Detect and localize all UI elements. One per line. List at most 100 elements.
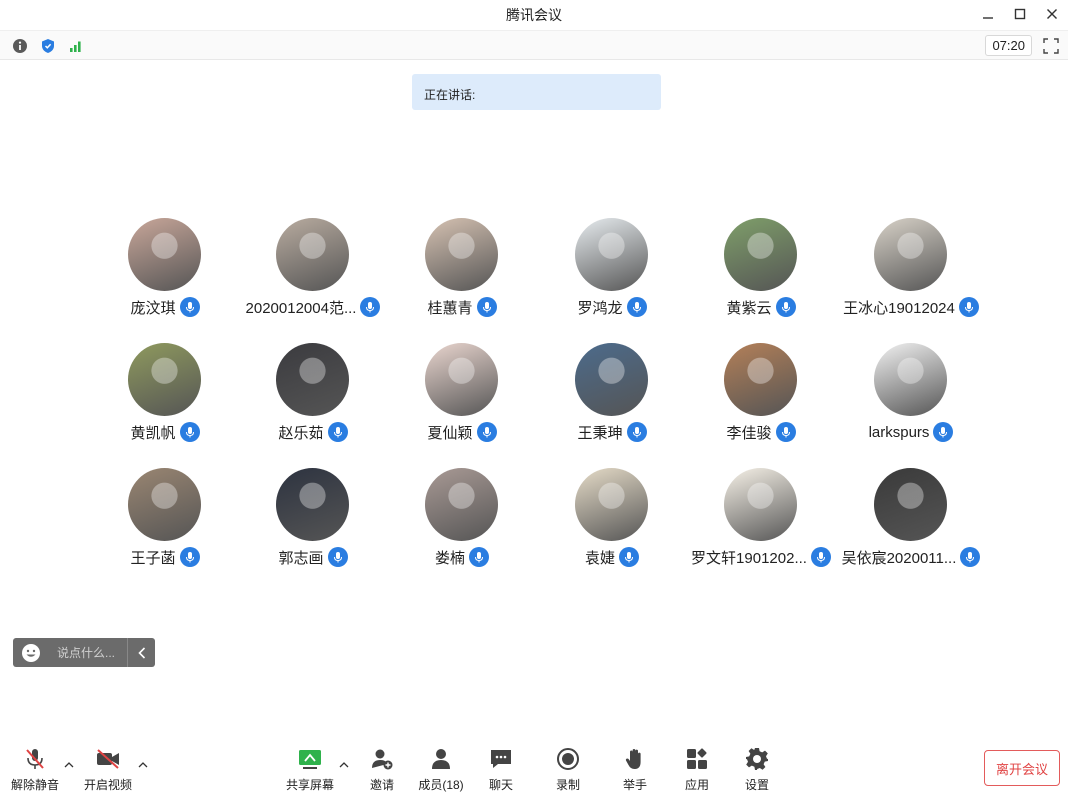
record-label: 录制 (555, 778, 580, 792)
mic-icon (958, 297, 979, 317)
participant-tile[interactable]: 罗文轩1901202... (686, 468, 836, 578)
participant-tile[interactable]: 王秉珅 (537, 343, 687, 453)
participant-name: 罗文轩1901202... (691, 549, 807, 567)
unmute-label: 解除静音 (10, 778, 59, 792)
maximize-button[interactable] (1012, 4, 1028, 24)
network-status-button[interactable] (66, 36, 86, 56)
avatar (874, 218, 947, 291)
participant-tile[interactable]: 2020012004范... (238, 218, 388, 328)
fullscreen-button[interactable] (1042, 37, 1060, 55)
chat-placeholder[interactable]: 说点什么... (57, 644, 127, 661)
avatar (128, 218, 201, 291)
avatar (724, 218, 797, 291)
video-label: 开启视频 (83, 778, 132, 792)
chat-label: 聊天 (488, 778, 513, 792)
mic-icon (360, 297, 381, 317)
audio-options-caret[interactable] (64, 760, 74, 772)
mic-icon (810, 547, 831, 567)
participant-name-line: 吴依宸2020011... (836, 546, 986, 568)
participant-tile[interactable]: 黄凯帆 (90, 343, 240, 453)
participant-tile[interactable]: 桂蕙青 (387, 218, 537, 328)
minimize-button[interactable] (980, 4, 996, 24)
share-options-caret[interactable] (339, 760, 349, 772)
fullscreen-icon (1043, 38, 1059, 54)
mic-icon (469, 547, 489, 567)
members-button[interactable]: 成员(18) (411, 740, 471, 793)
participant-tile[interactable]: 王子菡 (90, 468, 240, 578)
record-button[interactable]: 录制 (538, 740, 598, 793)
mic-muted-icon (26, 749, 44, 769)
meeting-timer: 07:20 (985, 35, 1032, 56)
participant-name-line: 庞汶琪 (90, 296, 240, 318)
participant-name-line: 罗鸿龙 (537, 296, 687, 318)
avatar (425, 218, 498, 291)
maximize-icon (1014, 8, 1026, 20)
chat-icon (491, 750, 511, 768)
avatar (276, 218, 349, 291)
participant-tile[interactable]: 李佳骏 (686, 343, 836, 453)
hand-icon (625, 749, 641, 769)
participant-tile[interactable]: 夏仙颖 (387, 343, 537, 453)
mic-icon (476, 422, 497, 442)
raise-hand-button[interactable]: 举手 (605, 740, 665, 793)
leave-meeting-button[interactable]: 离开会议 (984, 750, 1060, 786)
participant-name: 袁婕 (584, 549, 615, 567)
mic-icon (327, 547, 348, 567)
participant-tile[interactable]: 罗鸿龙 (537, 218, 687, 328)
security-button[interactable] (38, 36, 58, 56)
participant-name: 郭志画 (278, 549, 324, 567)
speaking-indicator: 正在讲话: (412, 74, 661, 110)
participant-name-line: 桂蕙青 (387, 296, 537, 318)
participant-name: 吴依宸2020011... (841, 549, 957, 567)
mic-icon (626, 297, 647, 317)
meeting-info-button[interactable] (10, 36, 30, 56)
window-controls (980, 4, 1060, 24)
participant-name: 桂蕙青 (427, 299, 473, 317)
emoji-icon[interactable] (21, 643, 41, 663)
chevron-up-icon (339, 762, 349, 768)
participant-name-line: 娄楠 (387, 546, 537, 568)
collapse-chat-button[interactable] (127, 638, 155, 667)
settings-button[interactable]: 设置 (727, 740, 787, 793)
participant-name-line: 王冰心19012024 (836, 296, 986, 318)
bottom-toolbar: 解除静音 开启视频 共享屏幕 邀请 成员(18) 聊天 录制 举手 应用 设置 … (0, 740, 1068, 794)
participant-tile[interactable]: 袁婕 (537, 468, 687, 578)
share-screen-button[interactable]: 共享屏幕 (280, 740, 340, 793)
participant-tile[interactable]: 王冰心19012024 (836, 218, 986, 328)
avatar (724, 343, 797, 416)
invite-button[interactable]: 邀请 (352, 740, 412, 793)
window-title: 腾讯会议 (506, 7, 562, 23)
mic-icon (179, 422, 200, 442)
participant-name-line: 王秉珅 (537, 421, 687, 443)
close-button[interactable] (1044, 4, 1060, 24)
mic-icon (626, 422, 647, 442)
apps-button[interactable]: 应用 (667, 740, 727, 793)
avatar (425, 343, 498, 416)
participant-tile[interactable]: 赵乐茹 (238, 343, 388, 453)
start-video-button[interactable]: 开启视频 (78, 740, 138, 793)
participant-tile[interactable]: 黄紫云 (686, 218, 836, 328)
participant-tile[interactable]: 郭志画 (238, 468, 388, 578)
settings-label: 设置 (744, 778, 769, 792)
participant-tile[interactable]: 娄楠 (387, 468, 537, 578)
mic-icon (960, 547, 981, 567)
participant-tile[interactable]: 吴依宸2020011... (836, 468, 986, 578)
participant-name: 王子菡 (130, 549, 176, 567)
mic-icon (179, 547, 200, 567)
chevron-left-icon (137, 646, 145, 659)
participant-tile[interactable]: larkspurs (836, 343, 986, 453)
chat-quick-input[interactable]: 说点什么... (13, 638, 155, 667)
participant-name: larkspurs (868, 423, 930, 441)
apps-icon (687, 748, 707, 769)
unmute-button[interactable]: 解除静音 (5, 740, 65, 793)
participant-name: 庞汶琪 (130, 299, 176, 317)
camera-off-icon (97, 749, 119, 769)
share-screen-icon (299, 750, 321, 769)
participant-name-line: 黄凯帆 (90, 421, 240, 443)
video-options-caret[interactable] (138, 760, 148, 772)
participant-tile[interactable]: 庞汶琪 (90, 218, 240, 328)
chat-button[interactable]: 聊天 (471, 740, 531, 793)
participant-name: 赵乐茹 (278, 424, 324, 442)
mic-icon (775, 422, 796, 442)
participant-name-line: 郭志画 (238, 546, 388, 568)
